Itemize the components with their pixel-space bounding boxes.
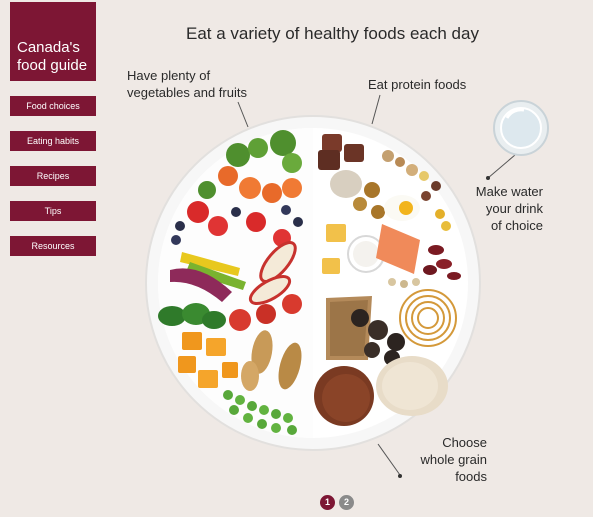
protein-label-line-1: Eat protein foods xyxy=(368,77,467,92)
grain-label-line-1: Choose xyxy=(442,435,487,450)
sidebar-nav: Food choices Eating habits Recipes Tips … xyxy=(10,96,96,271)
nav-item-recipes[interactable]: Recipes xyxy=(10,166,96,186)
whole-grain-section xyxy=(314,289,457,426)
water-pointer-dot xyxy=(486,176,490,180)
water-pointer-line xyxy=(487,154,516,179)
nav-item-food-choices[interactable]: Food choices xyxy=(10,96,96,116)
protein-pointer-line xyxy=(371,94,381,125)
nav-item-eating-habits[interactable]: Eating habits xyxy=(10,131,96,151)
grain-label-line-2: whole grain xyxy=(420,452,488,467)
nav-item-resources[interactable]: Resources xyxy=(10,236,96,256)
logo-line-1: Canada's xyxy=(17,39,80,56)
plate-rim xyxy=(145,115,481,451)
vegetables-label-line-1: Have plenty of xyxy=(127,68,211,83)
water-label-line-2: your drink xyxy=(485,201,543,216)
protein-foods-section xyxy=(318,134,461,288)
water-label: Make water your drink of choice xyxy=(466,183,543,234)
canadas-food-guide-logo[interactable]: Canada's food guide xyxy=(10,2,96,81)
logo-line-2: food guide xyxy=(17,57,88,74)
nav-item-tips[interactable]: Tips xyxy=(10,201,96,221)
grain-label-line-3: foods xyxy=(455,469,487,484)
pagination: 1 2 xyxy=(320,495,354,510)
page-1-button[interactable]: 1 xyxy=(320,495,335,510)
grains-pointer-dot xyxy=(398,474,402,478)
water-label-line-1: Make water xyxy=(475,184,543,199)
page-2-button[interactable]: 2 xyxy=(339,495,354,510)
vegetables-fruits-label: Have plenty of vegetables and fruits xyxy=(127,67,247,101)
whole-grain-label: Choose whole grain foods xyxy=(412,434,488,485)
vegetables-pointer-line xyxy=(237,101,249,128)
plate-inner xyxy=(158,128,468,438)
page-headline: Eat a variety of healthy foods each day xyxy=(186,24,479,43)
water-glass-icon xyxy=(493,100,549,156)
water-label-line-3: of choice xyxy=(490,218,543,233)
protein-foods-label: Eat protein foods xyxy=(368,76,466,93)
vegetables-label-line-2: vegetables and fruits xyxy=(127,85,247,100)
vegetables-fruits-section xyxy=(158,128,313,438)
grains-pointer-line xyxy=(377,443,401,476)
